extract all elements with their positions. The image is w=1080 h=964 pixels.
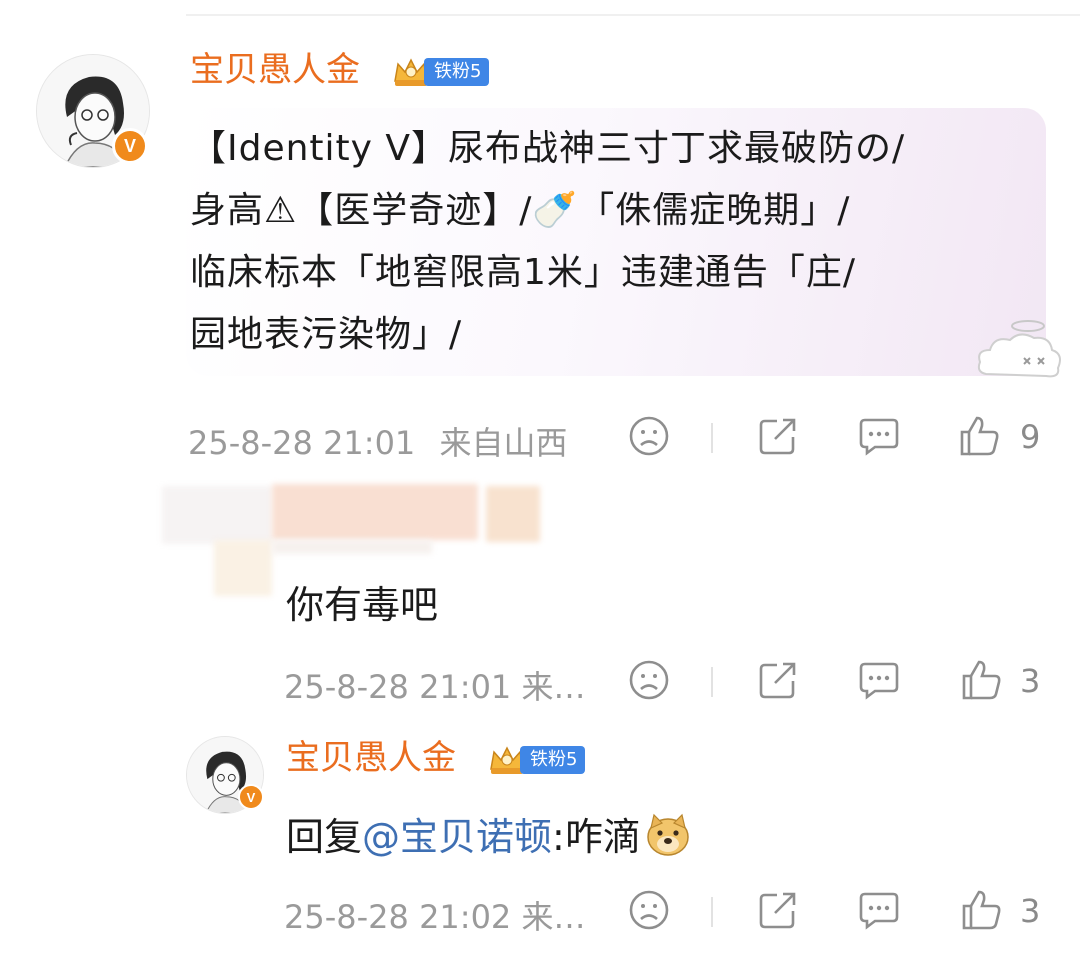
fan-badge[interactable]: 铁粉5 [488,744,586,776]
divider [711,667,713,697]
verified-badge: V [238,784,264,810]
reply-meta: 25-8-28 21:02 来… [284,898,586,936]
username[interactable]: 宝贝愚人金 [190,50,360,90]
divider [711,423,713,453]
verified-badge: V [112,128,148,164]
username[interactable]: 宝贝愚人金 [286,738,456,778]
comment-line: 临床标本「地窖限高1米」违建通告「庄/ [190,252,857,293]
reply-meta: 25-8-28 21:01 来… [284,668,586,706]
redacted-block [162,486,272,544]
redacted-block [214,540,272,596]
share-icon[interactable] [757,659,799,701]
fan-badge[interactable]: 铁粉5 [392,56,490,88]
comment-icon[interactable] [857,889,901,931]
like-count: 3 [1020,662,1041,700]
like-count: 3 [1020,892,1041,930]
like-count: 9 [1020,418,1041,456]
reply-prefix: 回复 [286,815,363,859]
location: 来自山西 [439,424,568,462]
comment-icon[interactable] [857,659,901,701]
fan-badge-label: 铁粉5 [424,58,490,86]
share-icon[interactable] [757,415,799,457]
thumbs-up-icon[interactable] [960,658,1002,702]
doge-emoji-icon [647,813,689,856]
reply-body: 你有毒吧 [286,583,439,627]
divider [186,14,1080,16]
comment-line: 园地表污染物」/ [190,314,463,355]
redacted-block [486,486,540,542]
redacted-block [272,540,432,554]
share-icon[interactable] [757,889,799,931]
sad-face-icon[interactable] [628,659,670,701]
comment-meta: 25-8-28 21:01 来自山西 [188,418,567,464]
comment-body: 【Identity V】尿布战神三寸丁求最破防の/ 身高⚠【医学奇迹】/🍼「侏儒… [190,118,1020,366]
sad-face-icon[interactable] [628,889,670,931]
timestamp: 25-8-28 21:01 [188,424,416,462]
thumbs-up-icon[interactable] [958,414,1000,458]
comment-line: 身高⚠【医学奇迹】/🍼「侏儒症晚期」/ [190,190,851,231]
sad-face-icon[interactable] [628,415,670,457]
comment-line: 【Identity V】尿布战神三寸丁求最破防の/ [190,128,906,169]
mention-link[interactable]: @宝贝诺顿 [362,815,552,859]
cloud-sticker-icon [977,320,1061,378]
comment-icon[interactable] [857,415,901,457]
fan-badge-label: 铁粉5 [520,746,586,774]
reply-body: 回复@宝贝诺顿:咋滴 [286,806,691,861]
thumbs-up-icon[interactable] [960,888,1002,932]
reply-suffix: :咋滴 [552,815,641,859]
redacted-block [272,484,478,540]
divider [711,897,713,927]
